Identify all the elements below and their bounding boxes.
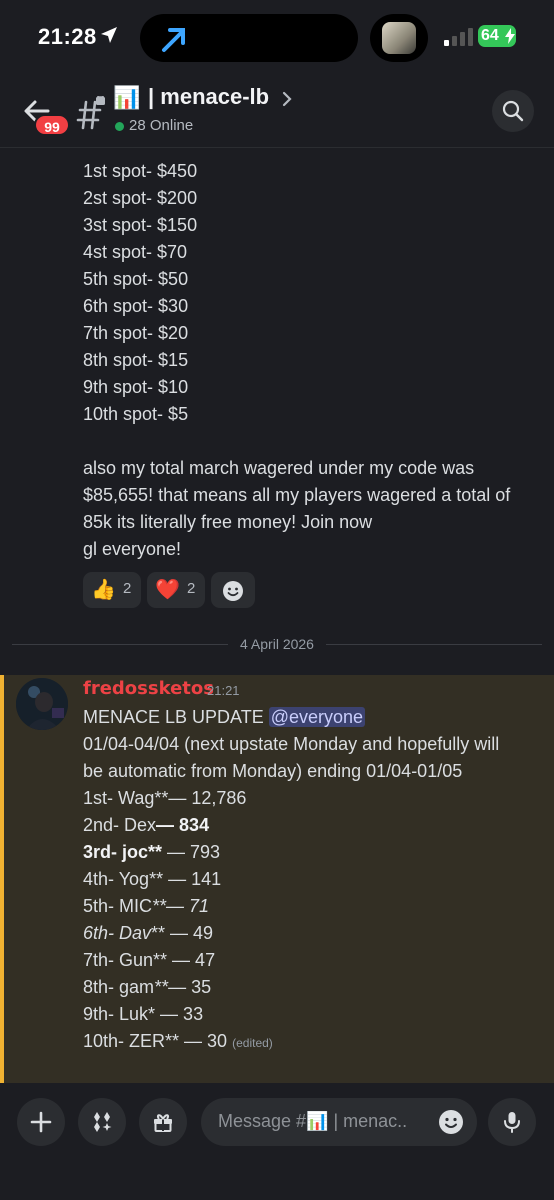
- message-signoff: gl everyone!: [83, 539, 182, 559]
- chevron-right-icon[interactable]: [281, 91, 293, 107]
- rank-row: 9th- Luk* — 33: [83, 1001, 523, 1028]
- message-paragraph: also my total march wagered under my cod…: [83, 458, 511, 532]
- rank-text: ** — 47: [153, 950, 216, 970]
- rank-text: 2nd- Dex: [83, 815, 157, 835]
- apps-button[interactable]: [78, 1098, 126, 1146]
- message-timestamp: 21:21: [207, 683, 240, 698]
- rank-row: 2nd- Dex— 834: [83, 812, 523, 839]
- rank-text: 1st- Wag: [83, 788, 155, 808]
- composer-bar: Message #📊 | menac..: [0, 1083, 554, 1200]
- rank-row: 4th- Yog** — 141: [83, 866, 523, 893]
- date-label: 4 April 2026: [228, 636, 326, 652]
- list-item: 3st spot- $150: [83, 215, 198, 235]
- rank-text: — 35: [168, 977, 212, 997]
- reaction-heart[interactable]: ❤️ 2: [147, 572, 205, 608]
- online-count: 28 Online: [129, 117, 194, 134]
- list-item: 2st spot- $200: [83, 188, 198, 208]
- edited-label: (edited): [232, 1036, 273, 1050]
- thumbs-up-icon: 👍: [91, 579, 116, 601]
- search-icon: [502, 100, 524, 122]
- heart-icon: ❤️: [155, 579, 180, 601]
- rank-row: 3rd- joc** — 793: [83, 839, 523, 866]
- rank-text: ** — 141: [149, 869, 222, 889]
- rank-text: 4th- Yog: [83, 869, 150, 889]
- rank-row: 8th- gam**— 35: [83, 974, 523, 1001]
- rank-row: 1st- Wag**— 12,786: [83, 785, 523, 812]
- date-divider: 4 April 2026: [0, 636, 554, 652]
- unread-badge: 99: [34, 114, 70, 136]
- message-content: MENACE LB UPDATE @everyone 01/04-04/04 (…: [83, 704, 523, 1055]
- channel-header: 99 📊 | menace-lb 28 Online: [0, 76, 554, 148]
- reaction-thumbs-up[interactable]: 👍 2: [83, 572, 141, 608]
- mic-icon: [504, 1112, 520, 1133]
- rank-text-italic: 6th- Dav: [83, 923, 152, 943]
- rank-row: 7th- Gun** — 47: [83, 947, 523, 974]
- list-item: 6th spot- $30: [83, 296, 189, 316]
- everyone-mention[interactable]: @everyone: [268, 707, 366, 727]
- rank-text: ** — 30: [165, 1031, 228, 1051]
- message-author[interactable]: fredossketos: [83, 678, 214, 699]
- location-arrow-icon: [101, 27, 117, 43]
- now-playing-artwork: [382, 22, 416, 54]
- apps-icon: [94, 1112, 112, 1132]
- rank-text: **— 12,786: [154, 788, 247, 808]
- rank-text-bold: — 834: [156, 815, 210, 835]
- rank-text: * — 33: [148, 1004, 204, 1024]
- list-item: 8th spot- $15: [83, 350, 189, 370]
- share-arrow-icon: [162, 28, 185, 52]
- rank-text-italic: **: [154, 977, 169, 997]
- locked-hash-icon: [76, 96, 105, 130]
- gift-button[interactable]: [139, 1098, 187, 1146]
- add-attachment-button[interactable]: [17, 1098, 65, 1146]
- status-bar: 21:28 64: [0, 0, 554, 76]
- rank-text: 7th- Gun: [83, 950, 154, 970]
- list-item: 7th spot- $20: [83, 323, 189, 343]
- message-text: also my total march wagered under my cod…: [83, 455, 523, 563]
- rank-row: 5th- MIC**— 71: [83, 893, 523, 920]
- channel-emoji: 📊: [113, 85, 141, 110]
- online-indicator: [115, 122, 124, 131]
- list-item: 1st spot- $450: [83, 161, 198, 181]
- list-item: 10th spot- $5: [83, 404, 189, 424]
- message-body: 01/04-04/04 (next upstate Monday and hop…: [83, 734, 500, 781]
- add-reaction-icon: [223, 581, 243, 601]
- reaction-count: 2: [123, 580, 132, 597]
- charging-bolt-icon: [505, 28, 515, 44]
- rank-text: 10th- ZER: [83, 1031, 166, 1051]
- message-input-placeholder: Message #📊 | menac..: [218, 1111, 408, 1131]
- list-item: 4st spot- $70: [83, 242, 188, 262]
- list-item: 9th spot- $10: [83, 377, 189, 397]
- rank-row: 6th- Dav** — 49: [83, 920, 523, 947]
- update-title: MENACE LB UPDATE: [83, 707, 269, 727]
- rank-text: ** — 49: [151, 923, 214, 943]
- channel-name[interactable]: | menace-lb: [148, 84, 269, 110]
- message-input[interactable]: Message #📊 | menac..: [201, 1098, 477, 1146]
- rank-text: — 793: [162, 842, 221, 862]
- search-button[interactable]: [492, 90, 534, 132]
- rank-row: 10th- ZER** — 30 (edited): [83, 1028, 523, 1055]
- list-item: 5th spot- $50: [83, 269, 189, 289]
- rank-text: 8th- gam: [83, 977, 155, 997]
- voice-message-button[interactable]: [488, 1098, 536, 1146]
- status-time: 21:28: [38, 24, 97, 49]
- gift-icon: [154, 1114, 172, 1132]
- add-reaction-button[interactable]: [211, 572, 255, 608]
- reaction-count: 2: [187, 580, 196, 597]
- rank-text-italic: **— 71: [152, 896, 210, 916]
- plus-icon: [30, 1111, 52, 1133]
- rank-text: 5th- MIC: [83, 896, 153, 916]
- prize-list: 1st spot- $450 2st spot- $200 3st spot- …: [83, 158, 533, 428]
- rank-text: 9th- Luk: [83, 1004, 149, 1024]
- avatar[interactable]: [16, 678, 68, 730]
- emoji-icon[interactable]: [438, 1109, 464, 1135]
- avatar-image: [16, 678, 68, 730]
- signal-icon: [444, 28, 473, 46]
- rank-text-bold: 3rd- joc**: [83, 842, 163, 862]
